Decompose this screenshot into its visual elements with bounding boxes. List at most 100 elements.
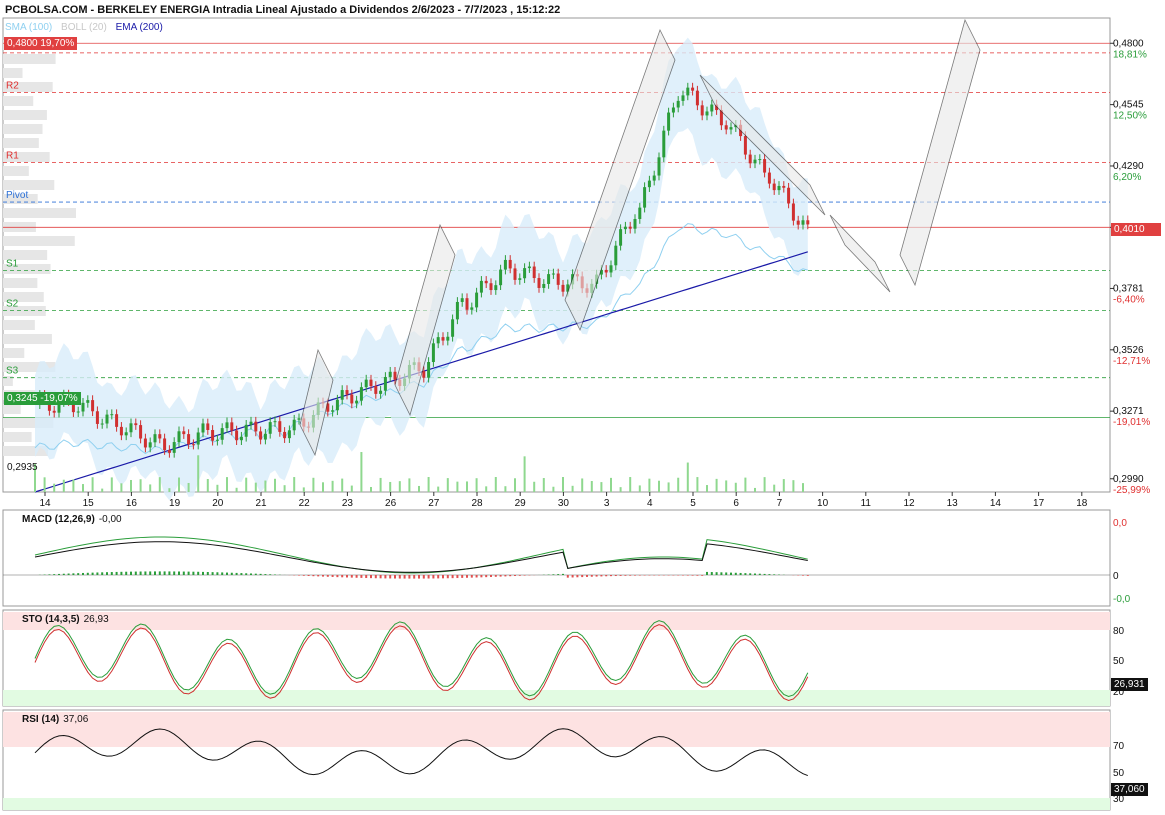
volume-bar bbox=[514, 478, 516, 492]
macd-histogram-bar bbox=[701, 575, 704, 576]
macd-histogram-bar bbox=[456, 575, 459, 579]
candle-body bbox=[499, 269, 503, 286]
volume-bar bbox=[245, 477, 248, 492]
candle-body bbox=[110, 414, 114, 416]
rsi-label: RSI (14) 37,06 bbox=[22, 714, 89, 725]
candle-body bbox=[724, 125, 728, 130]
x-tick-label: 15 bbox=[83, 498, 95, 509]
candle-body bbox=[345, 390, 349, 395]
price-tick-pct: -19,01% bbox=[1113, 417, 1150, 428]
volume-bar bbox=[552, 486, 555, 492]
x-tick-label: 20 bbox=[212, 498, 224, 509]
macd-histogram-bar bbox=[480, 575, 483, 578]
candle-body bbox=[489, 283, 493, 291]
macd-histogram-bar bbox=[360, 575, 363, 578]
macd-histogram-bar bbox=[773, 574, 776, 575]
legend-boll[interactable]: BOLL (20) bbox=[61, 22, 107, 33]
low-price-tag: 0,3245 -19,07% bbox=[4, 392, 81, 405]
candle-body bbox=[364, 379, 368, 388]
macd-histogram-bar bbox=[326, 575, 329, 577]
candle-body bbox=[427, 362, 431, 378]
macd-histogram-bar bbox=[614, 575, 617, 577]
volume-bar bbox=[638, 485, 641, 492]
candle-body bbox=[268, 422, 272, 434]
macd-histogram-bar bbox=[442, 575, 444, 579]
macd-histogram-bar bbox=[610, 575, 612, 577]
macd-histogram-bar bbox=[739, 572, 742, 575]
macd-histogram-bar bbox=[624, 575, 627, 576]
macd-histogram-bar bbox=[168, 571, 171, 575]
candle-body bbox=[547, 274, 551, 284]
x-tick-label: 4 bbox=[647, 498, 653, 509]
candle-body bbox=[537, 278, 541, 288]
macd-histogram-bar bbox=[197, 571, 200, 575]
macd-histogram-bar bbox=[149, 571, 152, 575]
macd-histogram-bar bbox=[590, 575, 593, 577]
volume-profile-bar bbox=[3, 138, 39, 148]
volume-bar bbox=[744, 477, 747, 492]
candle-body bbox=[422, 371, 426, 378]
candle-body bbox=[220, 428, 224, 440]
candle-body bbox=[388, 371, 392, 377]
macd-histogram-bar bbox=[754, 573, 756, 575]
candle-body bbox=[710, 104, 714, 112]
volume-bar bbox=[686, 462, 689, 492]
macd-histogram-bar bbox=[312, 575, 315, 577]
x-tick-label: 13 bbox=[947, 498, 959, 509]
macd-histogram-bar bbox=[346, 575, 348, 578]
candle-body bbox=[239, 436, 243, 441]
candle-body bbox=[695, 90, 699, 106]
candle-body bbox=[686, 87, 690, 96]
volume-bar bbox=[360, 452, 363, 492]
candle-body bbox=[172, 442, 176, 453]
candle-body bbox=[187, 434, 191, 445]
candle-body bbox=[772, 183, 776, 191]
volume-bar bbox=[725, 480, 728, 492]
macd-histogram-bar bbox=[298, 575, 300, 576]
volume-profile-bar bbox=[3, 54, 56, 64]
macd-histogram-bar bbox=[341, 575, 344, 578]
volume-bar bbox=[158, 477, 161, 492]
x-tick-label: 14 bbox=[39, 498, 51, 509]
candle-body bbox=[753, 159, 757, 164]
macd-histogram-bar bbox=[230, 572, 233, 575]
volume-bar bbox=[475, 478, 478, 492]
price-tick-label: 0,3271 bbox=[1113, 406, 1144, 417]
legend-sma[interactable]: SMA (100) bbox=[5, 22, 52, 33]
macd-histogram-bar bbox=[240, 573, 243, 575]
candle-body bbox=[513, 268, 517, 280]
macd-histogram-bar bbox=[557, 574, 560, 575]
volume-bar bbox=[264, 480, 267, 492]
candle-body bbox=[542, 283, 546, 288]
macd-histogram-bar bbox=[605, 575, 608, 577]
volume-bar bbox=[43, 477, 46, 492]
rsi-overbought-zone bbox=[3, 712, 1110, 747]
pivot-label: S3 bbox=[6, 366, 19, 377]
candle-body bbox=[614, 245, 618, 266]
candle-body bbox=[470, 307, 474, 310]
legend-ema[interactable]: EMA (200) bbox=[116, 22, 163, 33]
volume-bar bbox=[802, 483, 804, 492]
macd-histogram-bar bbox=[134, 571, 137, 575]
x-tick-label: 29 bbox=[515, 498, 527, 509]
candle-body bbox=[292, 419, 296, 431]
macd-histogram-bar bbox=[523, 575, 526, 576]
volume-profile-bar bbox=[3, 320, 35, 330]
volume-bar bbox=[446, 478, 449, 492]
candle-body bbox=[340, 390, 344, 400]
volume-bar bbox=[667, 482, 670, 492]
candle-body bbox=[633, 219, 637, 229]
candle-body bbox=[369, 379, 373, 387]
x-tick-label: 21 bbox=[255, 498, 267, 509]
macd-tick-label: -0,0 bbox=[1113, 594, 1131, 605]
volume-bar bbox=[696, 477, 699, 492]
macd-histogram-bar bbox=[115, 571, 118, 575]
price-tick-pct: -6,40% bbox=[1113, 294, 1145, 305]
candle-body bbox=[167, 450, 171, 453]
x-tick-label: 16 bbox=[126, 498, 138, 509]
macd-histogram-bar bbox=[173, 571, 176, 575]
volume-bar bbox=[427, 477, 430, 492]
macd-histogram-bar bbox=[245, 573, 248, 575]
volume-bar bbox=[226, 477, 228, 492]
macd-histogram-bar bbox=[206, 572, 209, 575]
